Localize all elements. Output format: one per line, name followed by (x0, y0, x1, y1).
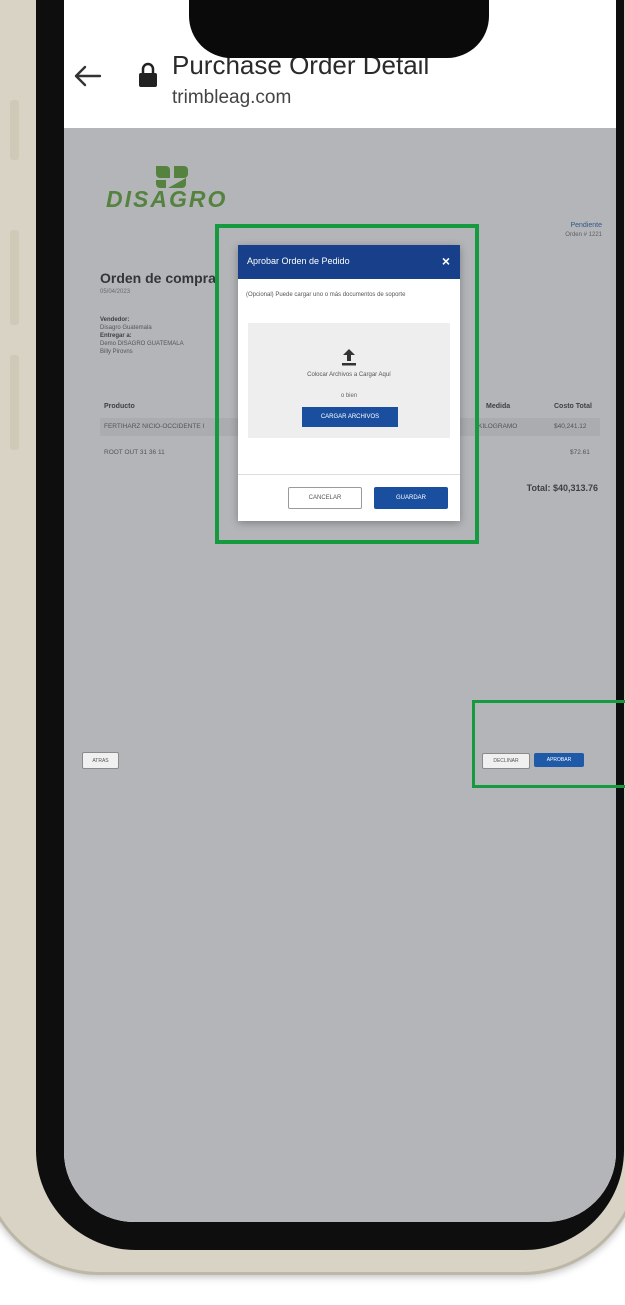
back-button[interactable]: ATRAS (82, 752, 119, 769)
phone-screen: Purchase Order Detail trimbleag.com DISA… (64, 0, 616, 1222)
phone-volume-up-button (10, 230, 19, 325)
modal-highlight-box (215, 224, 479, 544)
back-arrow-icon[interactable] (70, 58, 106, 94)
page-url: trimbleag.com (172, 87, 292, 108)
lock-icon (139, 62, 157, 87)
actions-highlight-box (472, 700, 625, 788)
phone-volume-down-button (10, 355, 19, 450)
phone-mute-switch (10, 100, 19, 160)
phone-notch (189, 0, 489, 58)
